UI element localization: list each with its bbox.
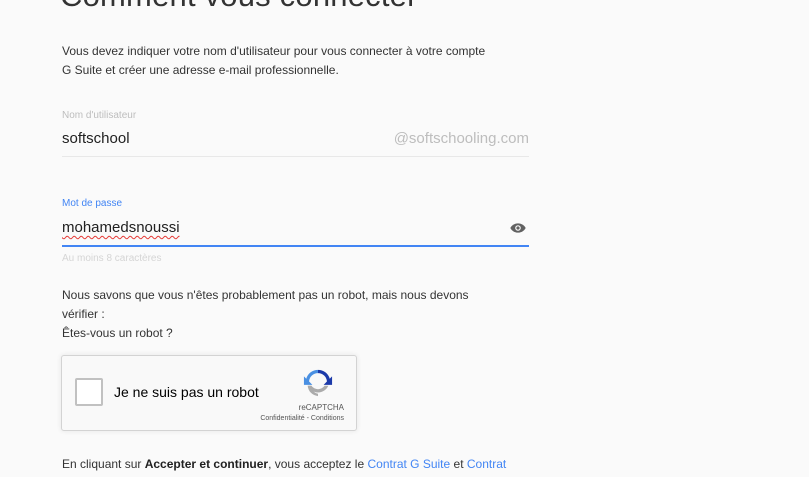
- username-input[interactable]: softschool: [62, 130, 130, 147]
- terms-middle: , vous acceptez le: [268, 457, 368, 471]
- recaptcha-label: Je ne suis pas un robot: [114, 384, 259, 400]
- intro-line-2: G Suite et créer une adresse e-mail prof…: [62, 63, 339, 77]
- robot-notice-line-2: vérifier :: [62, 307, 105, 321]
- recaptcha-privacy-link[interactable]: Confidentialité: [260, 415, 304, 422]
- signin-setup-page: Comment vous connecter Vous devez indiqu…: [0, 0, 809, 477]
- recaptcha-logo-icon: [303, 369, 333, 397]
- second-contract-link[interactable]: Contrat: [467, 457, 506, 471]
- robot-question: Êtes-vous un robot ?: [62, 326, 173, 340]
- password-hint: Au moins 8 caractères: [62, 253, 162, 264]
- domain-suffix: @softschooling.com: [393, 130, 529, 147]
- robot-notice: Nous savons que vous n'êtes probablement…: [62, 286, 532, 343]
- recaptcha-widget: Je ne suis pas un robot reCAPTCHA Confid…: [61, 355, 357, 431]
- password-label: Mot de passe: [62, 198, 123, 209]
- recaptcha-brand: reCAPTCHA: [298, 403, 344, 412]
- password-input[interactable]: mohamedsnoussi: [62, 219, 180, 236]
- username-label: Nom d'utilisateur: [62, 110, 137, 121]
- intro-text: Vous devez indiquer votre nom d'utilisat…: [62, 42, 532, 80]
- recaptcha-terms-link[interactable]: Conditions: [311, 415, 344, 422]
- terms-action: Accepter et continuer: [144, 457, 269, 471]
- recaptcha-links: Confidentialité - Conditions: [260, 415, 344, 422]
- recaptcha-checkbox[interactable]: [75, 378, 103, 406]
- robot-notice-line-1: Nous savons que vous n'êtes probablement…: [62, 288, 469, 302]
- terms-and: et: [450, 457, 467, 471]
- password-field[interactable]: mohamedsnoussi: [62, 219, 529, 247]
- page-title: Comment vous connecter: [60, 0, 418, 14]
- username-field[interactable]: softschool @softschooling.com: [62, 130, 529, 157]
- terms-prefix: En cliquant sur: [62, 457, 145, 471]
- gsuite-contract-link[interactable]: Contrat G Suite: [367, 457, 450, 471]
- terms-text: En cliquant sur Accepter et continuer, v…: [62, 457, 506, 471]
- eye-icon[interactable]: [510, 222, 526, 234]
- intro-line-1: Vous devez indiquer votre nom d'utilisat…: [62, 44, 486, 58]
